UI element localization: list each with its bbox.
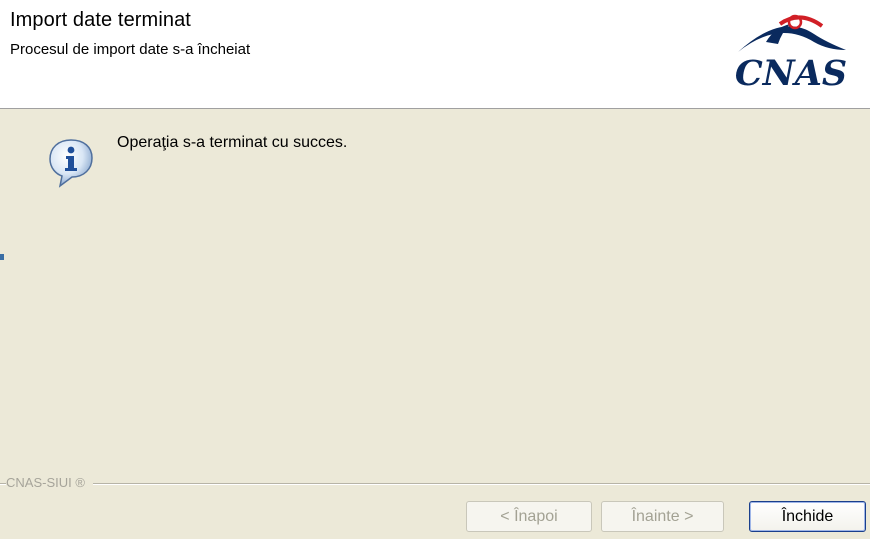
- back-button[interactable]: < Înapoi: [466, 501, 592, 532]
- wizard-header: Import date terminat Procesul de import …: [0, 0, 870, 109]
- footer-rule: [0, 483, 870, 485]
- cnas-logo: CNAS: [718, 12, 864, 96]
- logo-text: CNAS: [734, 53, 848, 94]
- page-subtitle: Procesul de import date s-a încheiat: [10, 41, 251, 58]
- info-icon: [46, 137, 96, 189]
- next-button[interactable]: Înainte >: [601, 501, 724, 532]
- left-edge-marker: [0, 254, 4, 260]
- footer-separator: CNAS-SIUI ®: [0, 476, 870, 489]
- footer-label: CNAS-SIUI ®: [6, 476, 93, 489]
- close-button[interactable]: Închide: [749, 501, 866, 532]
- page-title: Import date terminat: [10, 9, 191, 31]
- status-message: Operaţia s-a terminat cu succes.: [117, 134, 348, 151]
